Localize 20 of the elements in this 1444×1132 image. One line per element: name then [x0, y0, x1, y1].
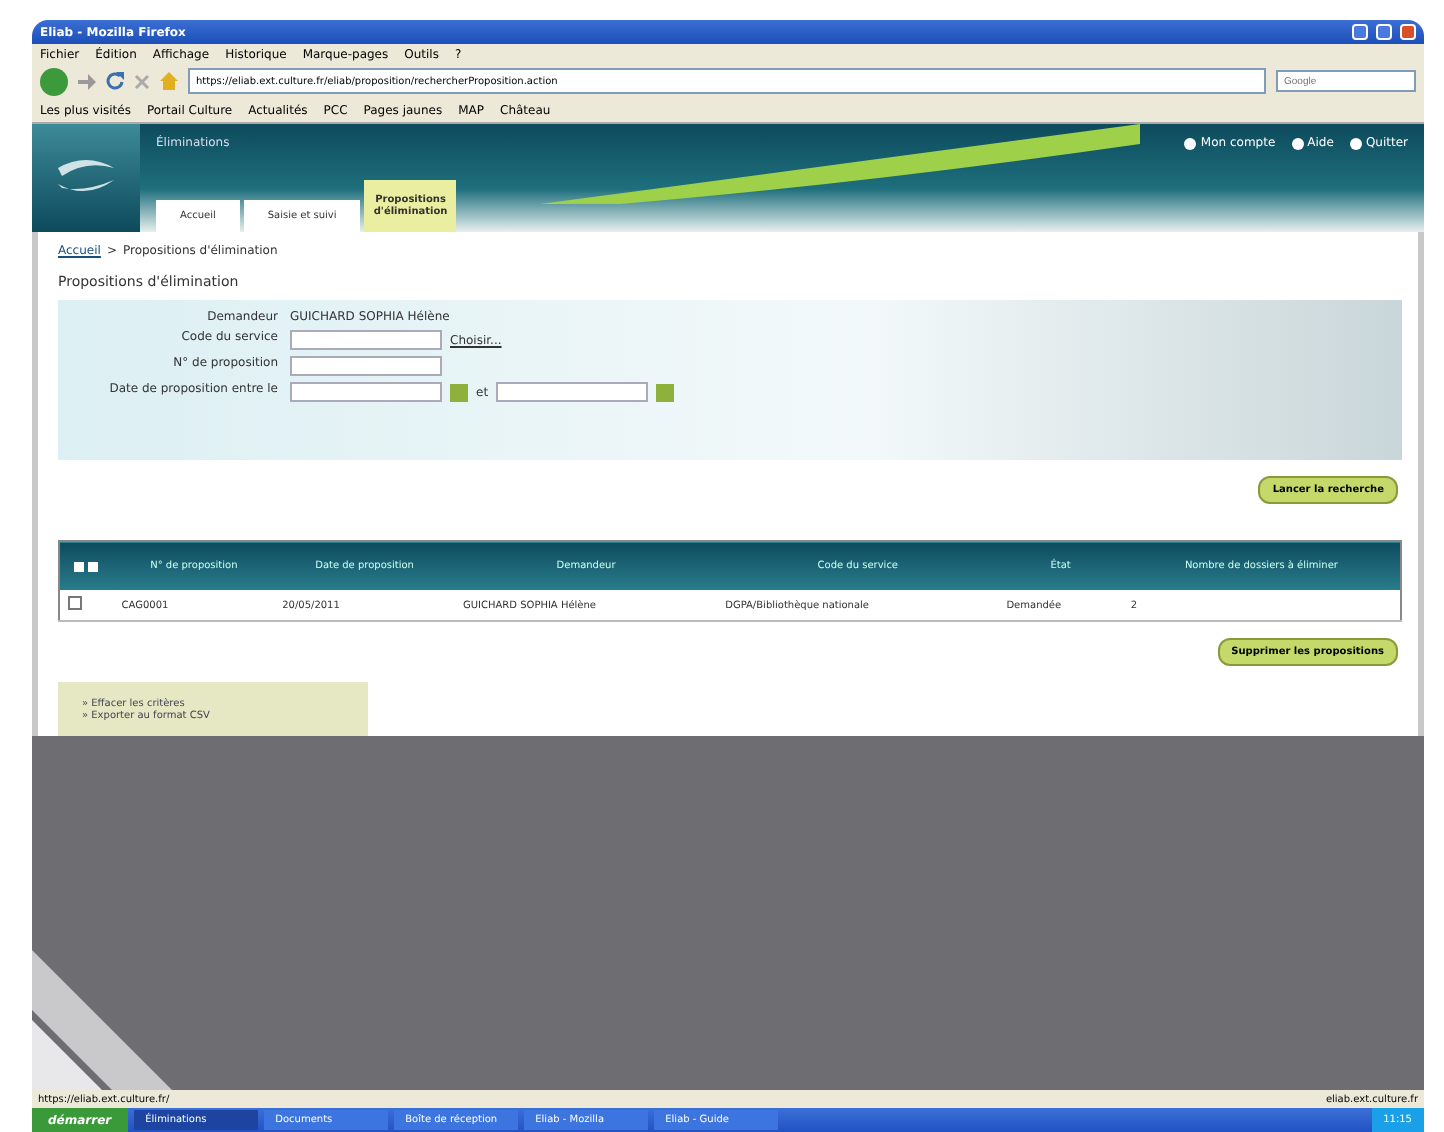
link-icon [1184, 137, 1197, 149]
select-all-icon[interactable] [74, 561, 85, 571]
date-field[interactable] [290, 382, 442, 402]
forward-icon[interactable] [78, 73, 96, 89]
maximize-button[interactable] [1376, 24, 1392, 40]
back-icon[interactable] [40, 67, 68, 95]
link-icon [1291, 137, 1304, 149]
input-field[interactable] [290, 356, 442, 376]
date-field[interactable] [496, 382, 649, 402]
calendar-icon[interactable] [656, 383, 675, 401]
input-field[interactable] [290, 330, 442, 350]
row-checkbox[interactable] [68, 596, 82, 610]
select-none-icon[interactable] [88, 561, 99, 571]
link-icon [1349, 137, 1362, 149]
calendar-icon[interactable] [450, 383, 468, 401]
minimize-button[interactable] [1352, 24, 1368, 40]
home-icon[interactable] [160, 72, 178, 90]
reload-icon[interactable] [106, 72, 124, 90]
close-button[interactable] [1400, 24, 1416, 40]
stop-icon[interactable] [134, 73, 150, 89]
